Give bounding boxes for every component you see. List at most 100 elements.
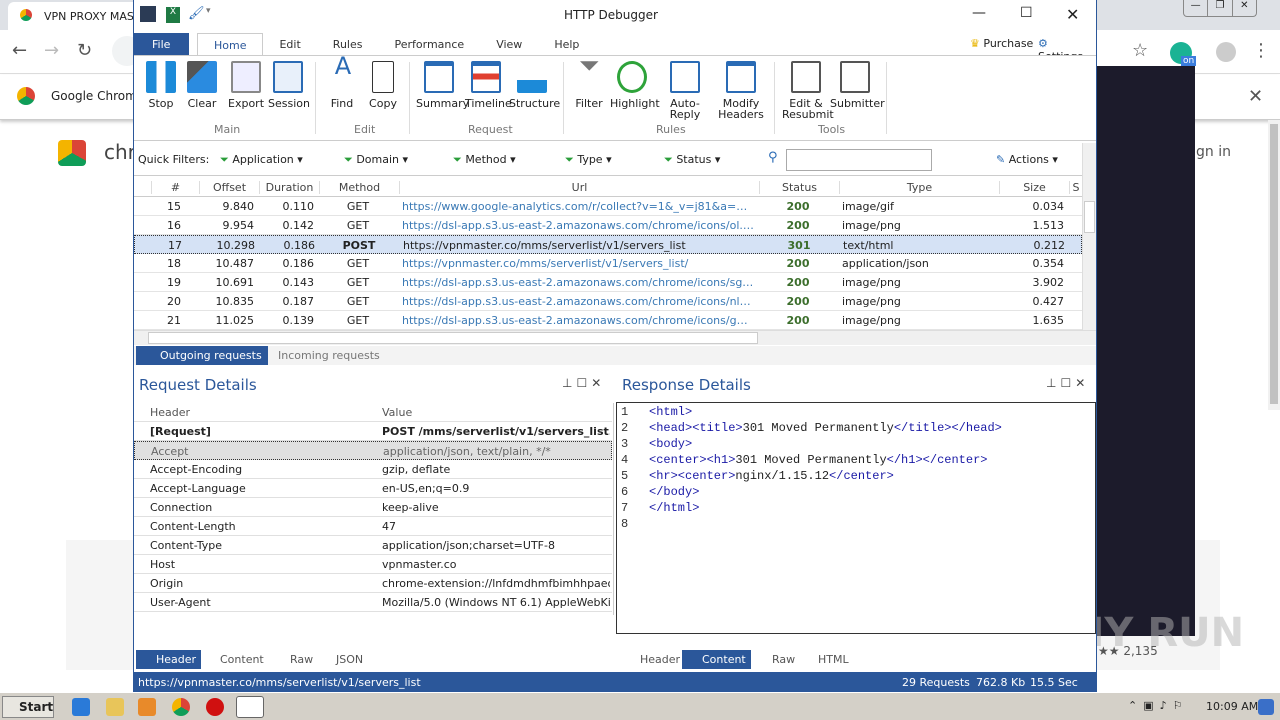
header-row[interactable]: Connection keep-alive [134,498,612,517]
stop-button[interactable]: Stop [146,61,176,109]
response-panel-controls[interactable]: ⊥☐✕ [1046,376,1089,390]
auto-reply-button[interactable]: Auto-Reply [656,61,714,120]
export-button[interactable]: Export [228,61,264,109]
view-tab-raw[interactable]: Raw [752,650,800,669]
header-row[interactable]: Origin chrome-extension://lnfdmdhmfbimhhp… [134,574,612,593]
column-header[interactable]: S [1069,181,1082,194]
header-row[interactable]: Host vpnmaster.co [134,555,612,574]
bookmark-star-icon[interactable]: ☆ [1132,40,1148,61]
view-tab-header[interactable]: Header [136,650,202,669]
http-debugger-taskbar-icon[interactable] [236,696,264,718]
minimize-button[interactable]: — [972,5,986,21]
purchase-button[interactable]: ♛ Purchase [970,37,1033,50]
column-header[interactable]: Size [999,181,1069,194]
cell-duration: 0.186 [282,257,315,270]
table-row[interactable]: 18 10.487 0.186 GET https://vpnmaster.co/mms… [134,254,1082,273]
profile-avatar[interactable] [1216,42,1236,62]
close-icon[interactable]: ✕ [1233,0,1256,16]
edit-resubmit-button[interactable]: Edit & Resubmit [782,61,834,120]
header-row[interactable]: Accept-Language en-US,en;q=0.9 [134,479,612,498]
tab-home[interactable]: Home [197,33,264,55]
copy-button[interactable]: Copy [368,61,398,109]
code-line: 4 <center><h1>301 Moved Permanently</h1><… [621,453,988,467]
tab-file[interactable]: File [134,33,189,55]
tab-incoming-requests[interactable]: Incoming requests [254,346,386,365]
header-row[interactable]: User-Agent Mozilla/5.0 (Windows NT 6.1) A… [134,593,612,612]
column-header[interactable]: Offset [199,181,259,194]
menu-icon[interactable]: ⋮ [1252,40,1270,61]
filter-status[interactable]: ⏷ Status ▾ [664,153,720,167]
timeline-button[interactable]: Timeline [465,61,512,109]
header-row[interactable]: Accept-Encoding gzip, deflate [134,460,612,479]
infobar-close-icon[interactable]: ✕ [1248,86,1263,107]
search-input[interactable] [786,149,932,171]
ie-icon[interactable] [72,698,90,716]
filter-button[interactable]: ⏷ Filter [574,53,604,109]
tab-performance[interactable]: Performance [378,33,480,55]
view-tab-content[interactable]: Content [200,650,269,669]
sign-in-link[interactable]: gn in [1196,144,1231,160]
opera-icon[interactable] [206,698,224,716]
table-horizontal-scrollbar[interactable] [134,330,1096,345]
filter-application[interactable]: ⏷ Application ▾ [220,153,303,167]
table-row[interactable]: 19 10.691 0.143 GET https://dsl-app.s3.us-ea… [134,273,1082,292]
tab-edit[interactable]: Edit [263,33,316,55]
summary-button[interactable]: Summary [416,61,469,109]
reload-icon[interactable]: ↻ [77,40,92,61]
tray-icons[interactable]: ⌃▣♪⚐ [1128,699,1189,712]
structure-button[interactable]: Structure [509,61,560,109]
find-button[interactable]: A Find [328,54,356,109]
tab-outgoing-requests[interactable]: Outgoing requests [136,346,268,365]
filter-method[interactable]: ⏷ Method ▾ [453,153,516,167]
column-header[interactable]: Url [399,181,759,194]
table-vertical-scrollbar[interactable] [1082,143,1096,330]
page-scrollbar[interactable] [1268,120,1280,410]
header-row[interactable]: Accept application/json, text/plain, */* [134,441,612,460]
header-row[interactable]: [Request] POST /mms/serverlist/v1/servers… [134,422,612,441]
header-row[interactable]: Content-Type application/json;charset=UTF… [134,536,612,555]
browser-window-controls[interactable]: — ❐ ✕ [1183,0,1257,17]
clear-button[interactable]: Clear [186,61,218,109]
cell-type: image/png [842,314,901,327]
modify-headers-button[interactable]: Modify Headers [716,61,766,120]
column-header[interactable]: Method [319,181,399,194]
restore-icon[interactable]: ❐ [1208,0,1233,16]
explorer-icon[interactable] [106,698,124,716]
show-desktop-icon[interactable] [1258,699,1274,715]
session-button[interactable]: Session [268,61,310,109]
column-header[interactable]: Type [839,181,999,194]
actions-button[interactable]: ✎ Actions ▾ [996,153,1058,166]
close-button[interactable]: ✕ [1066,5,1079,24]
submitter-button[interactable]: Submitter [830,61,885,109]
highlight-button[interactable]: Highlight [610,61,660,109]
view-tab-html[interactable]: HTML [798,650,854,669]
table-row[interactable]: 20 10.835 0.187 GET https://dsl-app.s3.us-ea… [134,292,1082,311]
view-tab-header[interactable]: Header [620,650,685,669]
table-row[interactable]: 21 11.025 0.139 GET https://dsl-app.s3.us-ea… [134,311,1082,330]
column-header[interactable]: Status [759,181,839,194]
back-icon[interactable]: ← [12,40,27,61]
maximize-button[interactable]: ☐ [1020,5,1033,21]
tab-view[interactable]: View [480,33,538,55]
table-row[interactable]: 17 10.298 0.186 POST https://vpnmaster.co/mm… [134,235,1082,254]
minimize-icon[interactable]: — [1184,0,1209,16]
view-tab-content[interactable]: Content [682,650,751,669]
view-tab-json[interactable]: JSON [316,650,368,669]
filter-domain[interactable]: ⏷ Domain ▾ [344,153,408,167]
table-row[interactable]: 16 9.954 0.142 GET https://dsl-app.s3.us-eas… [134,216,1082,235]
table-row[interactable]: 15 9.840 0.110 GET https://www.google-analyt… [134,197,1082,216]
chrome-taskbar-icon[interactable] [172,698,190,716]
column-header[interactable]: Duration [259,181,319,194]
start-button[interactable]: Start [2,696,54,718]
request-panel-controls[interactable]: ⊥☐✕ [562,376,605,390]
quick-access-dropdown-icon[interactable]: ▾ [206,6,211,16]
media-player-icon[interactable] [138,698,156,716]
header-row[interactable]: Content-Length 47 [134,517,612,536]
brush-icon[interactable]: 🖌 [188,6,205,21]
view-tab-raw[interactable]: Raw [270,650,318,669]
response-code-view[interactable]: 1 <html> 2 <head><title>301 Moved Permanent… [616,402,1096,634]
forward-icon[interactable]: → [44,40,59,61]
excel-icon[interactable]: X [166,7,180,23]
column-header[interactable]: # [151,181,199,194]
filter-type[interactable]: ⏷ Type ▾ [565,153,612,167]
